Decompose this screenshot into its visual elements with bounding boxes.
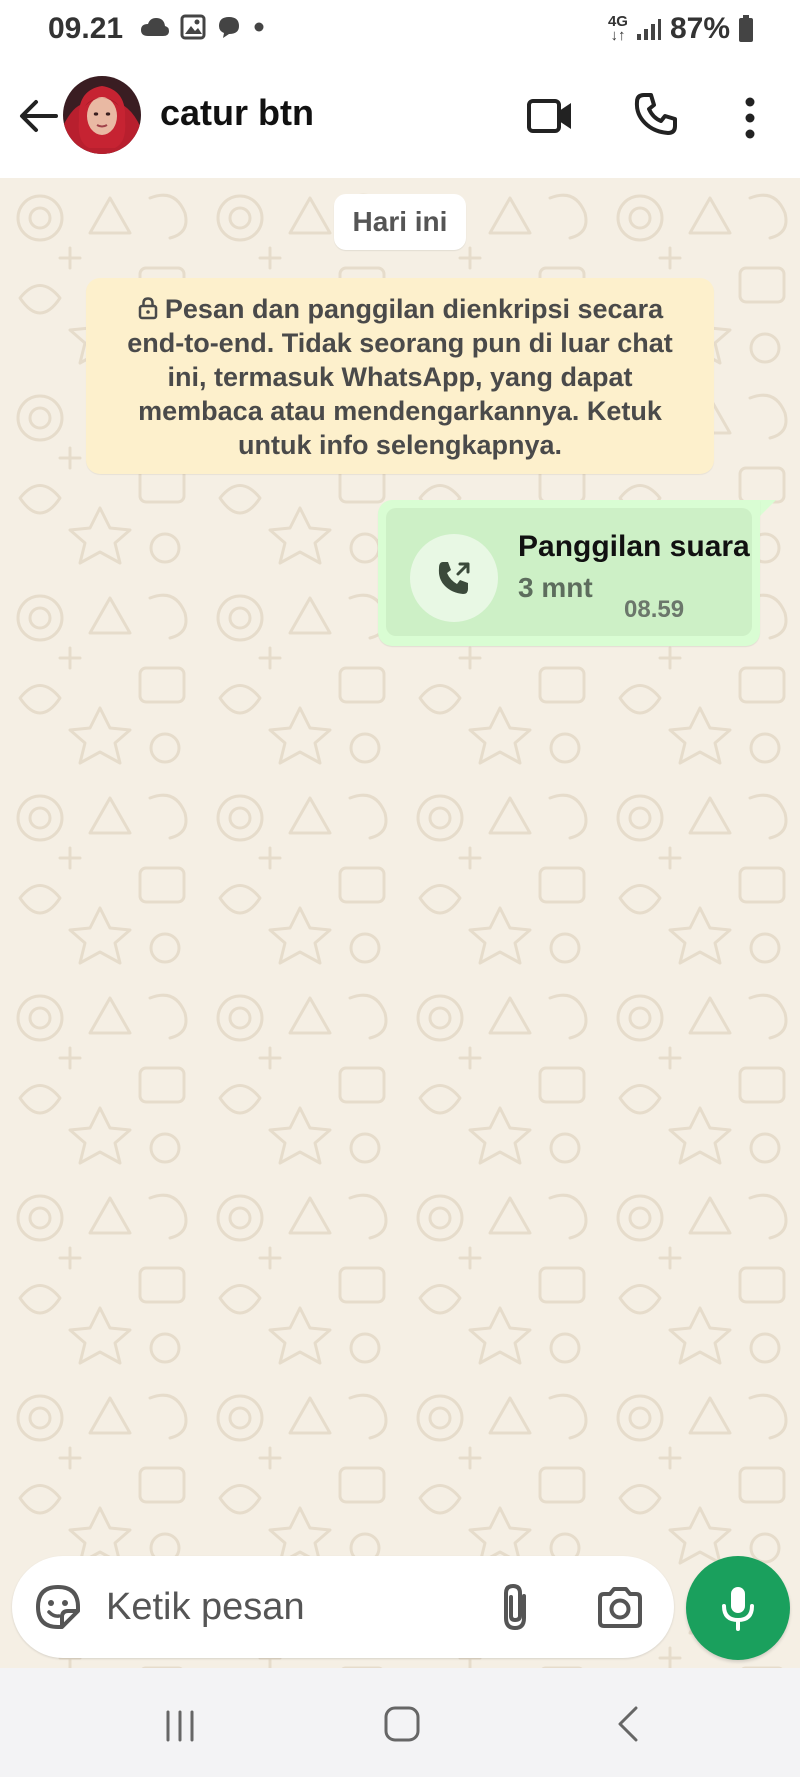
battery-icon bbox=[739, 15, 753, 42]
chat-bubble-icon bbox=[219, 17, 239, 38]
chat-header: catur btn bbox=[0, 60, 800, 178]
signal-icon bbox=[636, 19, 661, 40]
status-notification-icons bbox=[140, 14, 266, 40]
battery-percent: 87% bbox=[669, 12, 730, 45]
message-input[interactable] bbox=[106, 1580, 486, 1634]
outgoing-call-icon bbox=[438, 562, 470, 594]
status-time: 09.21 bbox=[48, 12, 124, 45]
gallery-icon bbox=[180, 14, 206, 40]
call-title: Panggilan suara bbox=[518, 530, 750, 563]
encryption-notice-text: Pesan dan panggilan dienkripsi secara en… bbox=[127, 294, 673, 460]
more-vert-icon[interactable] bbox=[730, 94, 770, 142]
status-system-icons: 4G ↓↑ 87% bbox=[608, 12, 754, 46]
mic-icon bbox=[722, 1587, 754, 1631]
encryption-notice[interactable]: Pesan dan panggilan dienkripsi secara en… bbox=[86, 278, 714, 474]
dot-icon bbox=[254, 22, 264, 32]
message-time: 08.59 bbox=[624, 596, 685, 623]
status-bar: 09.21 4G ↓↑ 87% bbox=[0, 0, 800, 60]
bubble-tail bbox=[760, 500, 776, 516]
mic-button[interactable] bbox=[686, 1556, 790, 1660]
cloud-icon bbox=[141, 18, 169, 36]
sticker-icon[interactable] bbox=[34, 1583, 82, 1631]
back-arrow-icon[interactable] bbox=[16, 94, 60, 138]
network-indicator: 4G ↓↑ bbox=[607, 13, 628, 44]
recents-icon[interactable] bbox=[160, 1706, 200, 1746]
call-icon-circle bbox=[410, 534, 498, 622]
home-icon[interactable] bbox=[382, 1704, 422, 1744]
avatar[interactable] bbox=[63, 76, 141, 154]
contact-name[interactable]: catur btn bbox=[160, 92, 314, 134]
date-chip: Hari ini bbox=[334, 194, 466, 250]
voice-call-icon[interactable] bbox=[632, 90, 680, 138]
message-composer bbox=[12, 1556, 674, 1658]
camera-icon[interactable] bbox=[596, 1586, 644, 1628]
paperclip-icon[interactable] bbox=[496, 1582, 536, 1632]
call-message-bubble[interactable]: Panggilan suara 3 mnt 08.59 bbox=[378, 500, 760, 646]
back-icon[interactable] bbox=[610, 1704, 646, 1744]
call-card[interactable]: Panggilan suara 3 mnt 08.59 bbox=[386, 508, 752, 636]
system-nav-bar bbox=[0, 1668, 800, 1777]
chat-area: Hari ini Pesan dan panggilan dienkripsi … bbox=[0, 178, 800, 1668]
lock-icon bbox=[138, 297, 158, 320]
video-call-icon[interactable] bbox=[526, 94, 574, 138]
call-duration: 3 mnt bbox=[518, 572, 593, 603]
